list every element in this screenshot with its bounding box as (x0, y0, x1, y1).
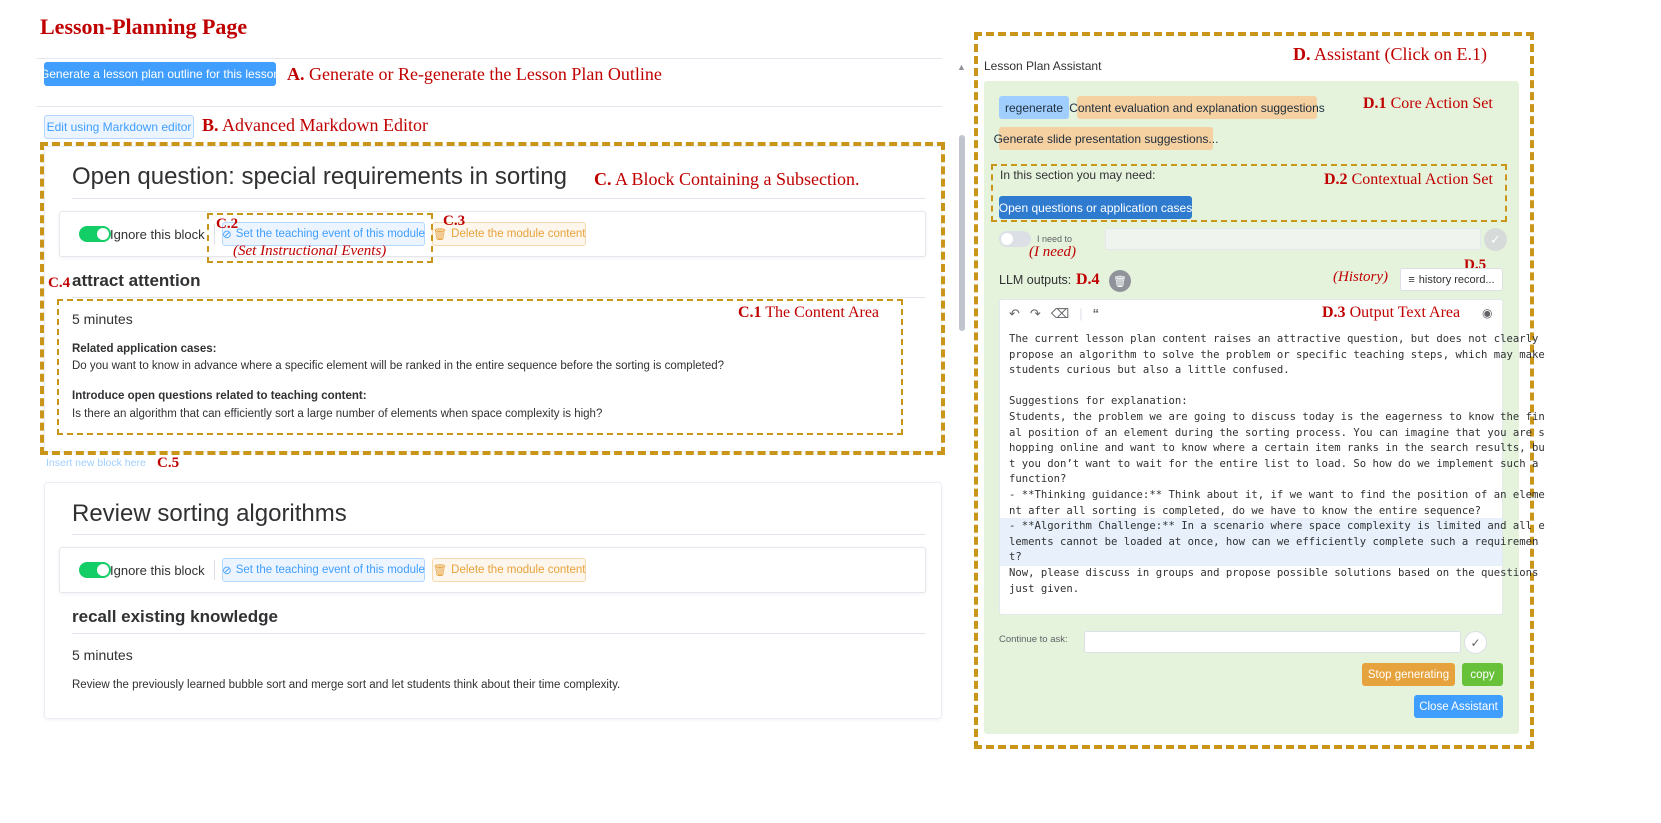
output-line: - **Thinking guidance:** Think about it,… (1009, 488, 1545, 501)
output-line: nt after all sorting is completed, do we… (1009, 504, 1481, 517)
divider (36, 58, 942, 59)
copy-button[interactable]: copy (1462, 663, 1503, 686)
output-line: function? (1009, 473, 1067, 486)
redo-icon[interactable]: ↷ (1030, 306, 1041, 321)
annotation-d3: D.3 Output Text Area (1322, 304, 1461, 321)
output-line: propose an algorithm to solve the proble… (1009, 348, 1545, 361)
output-line: hopping online and want to know where a … (1009, 442, 1545, 455)
delete-module-button[interactable]: 🗑 Delete the module content (432, 558, 586, 582)
trash-icon: 🗑 (432, 565, 448, 577)
annotation-c2-sub: (Set Instructional Events) (233, 243, 387, 259)
annotation-c3: C.3 (443, 213, 466, 229)
content-evaluation-button[interactable]: Content evaluation and explanation sugge… (1069, 96, 1325, 119)
output-line: al position of an element during the sor… (1009, 426, 1545, 439)
annotation-i-need: (I need) (1029, 244, 1077, 260)
send-check-icon[interactable]: ✓ (1464, 631, 1487, 654)
ignore-block-toggle[interactable] (79, 226, 111, 242)
close-assistant-button[interactable]: Close Assistant (1414, 695, 1503, 718)
slide-suggestions-button[interactable]: Generate slide presentation suggestions.… (994, 127, 1218, 150)
quote-icon[interactable]: “ (1093, 306, 1100, 321)
output-line: Suggestions for explanation: (1009, 395, 1188, 408)
ignore-block-label: Ignore this block (110, 563, 205, 578)
generate-outline-button[interactable]: Generate a lesson plan outline for this … (40, 62, 280, 86)
clear-output-trash-icon[interactable]: 🗑 (1109, 270, 1131, 292)
divider: | (1079, 306, 1083, 321)
output-line: The current lesson plan content raises a… (1009, 333, 1539, 345)
contextual-hint: In this section you may need: (1000, 168, 1156, 182)
output-line: just given. (1009, 582, 1080, 595)
assistant-title: Lesson Plan Assistant (984, 59, 1102, 73)
divider (72, 297, 926, 298)
check-circle-icon: ⊘ (222, 565, 232, 577)
output-line: t? (1009, 551, 1022, 564)
i-need-label: I need to (1037, 234, 1073, 244)
page-title: Lesson-Planning Page (40, 14, 248, 39)
annotation-d4: D.4 (1076, 271, 1100, 288)
i-need-toggle[interactable] (999, 231, 1031, 247)
section-heading: Related application cases: (72, 343, 217, 355)
scrollbar-thumb[interactable] (959, 135, 965, 331)
block-title: Review sorting algorithms (72, 500, 347, 527)
open-questions-button[interactable]: Open questions or application cases (999, 196, 1192, 219)
ignore-block-label: Ignore this block (110, 227, 205, 242)
regenerate-button[interactable]: regenerate (999, 96, 1069, 119)
event-heading: recall existing knowledge (72, 607, 278, 626)
divider (72, 633, 926, 634)
stop-generating-button[interactable]: Stop generating (1362, 663, 1455, 686)
annotation-c4: C.4 (48, 275, 71, 291)
divider (72, 198, 926, 199)
continue-ask-input[interactable] (1084, 631, 1461, 653)
annotation-c1: C.1 The Content Area (738, 304, 880, 321)
send-check-icon[interactable]: ✓ (1484, 228, 1507, 251)
list-icon: ≡ (1408, 273, 1415, 286)
history-record-button[interactable]: ≡ history record... (1400, 268, 1503, 291)
block-text: Review the previously learned bubble sor… (72, 679, 621, 691)
section-heading: Introduce open questions related to teac… (72, 390, 367, 402)
annotation-c: C. A Block Containing a Subsection. (594, 169, 860, 189)
annotation-history: (History) (1333, 269, 1388, 285)
annotation-d1: D.1 Core Action Set (1363, 95, 1493, 112)
output-line: - **Algorithm Challenge:** In a scenario… (1009, 520, 1545, 533)
ignore-block-toggle[interactable] (79, 562, 111, 578)
annotation-b: B. Advanced Markdown Editor (202, 115, 428, 135)
annotation-c5: C.5 (157, 455, 180, 471)
insert-block-link[interactable]: Insert new block here (46, 457, 146, 469)
block-title: Open question: special requirements in s… (72, 163, 567, 190)
annotation-d2: D.2 Contextual Action Set (1324, 171, 1493, 188)
annotation-d: D. Assistant (Click on E.1) (1293, 44, 1488, 64)
eraser-icon[interactable]: ⌫ (1051, 306, 1069, 321)
output-line: students curious but also a little confu… (1009, 364, 1290, 377)
duration-text: 5 minutes (72, 647, 133, 663)
output-lines: The current lesson plan content raises a… (1009, 332, 1545, 597)
i-need-input[interactable] (1105, 228, 1481, 250)
output-line: Students, the problem we are going to di… (1009, 410, 1545, 423)
continue-ask-label: Continue to ask: (999, 634, 1068, 645)
annotation-c2: C.2 (216, 216, 239, 232)
divider (214, 560, 215, 580)
editor-toolbar: ↶ ↷ ⌫ | “ (1009, 306, 1099, 322)
divider (36, 106, 942, 107)
scroll-up-arrow-icon[interactable]: ▲ (957, 62, 966, 72)
duration-text: 5 minutes (72, 311, 133, 327)
section-text: Do you want to know in advance where a s… (72, 360, 725, 372)
output-line: lements cannot be loaded at once, how ca… (1009, 535, 1539, 548)
event-heading: attract attention (72, 271, 201, 290)
preview-eye-icon[interactable]: ◉ (1482, 306, 1492, 320)
section-text: Is there an algorithm that can efficient… (72, 408, 603, 420)
llm-outputs-label: LLM outputs: (999, 273, 1072, 287)
output-line: Now, please discuss in groups and propos… (1009, 566, 1539, 579)
markdown-editor-button[interactable]: Edit using Markdown editor (44, 115, 194, 139)
set-teaching-event-button[interactable]: ⊘ Set the teaching event of this module (222, 558, 425, 582)
undo-icon[interactable]: ↶ (1009, 306, 1020, 321)
divider (72, 534, 926, 535)
output-line: t you don’t want to wait for the entire … (1009, 457, 1539, 470)
annotation-a: A. Generate or Re-generate the Lesson Pl… (287, 64, 662, 84)
